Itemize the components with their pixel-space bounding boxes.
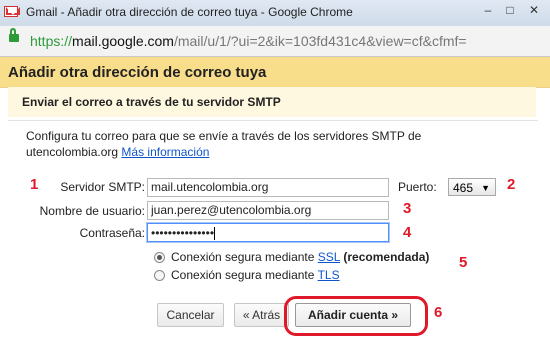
annotation-4: 4 xyxy=(403,224,412,241)
ssl-option-label: Conexión segura mediante SSL (recomendad… xyxy=(171,250,429,264)
url-host: mail.google.com xyxy=(72,33,174,49)
description: Configura tu correo para que se envíe a … xyxy=(26,128,486,160)
dialog-subtitle: Enviar el correo a través de tu servidor… xyxy=(22,95,281,109)
tls-radio[interactable] xyxy=(154,270,165,281)
tls-link[interactable]: TLS xyxy=(318,268,340,282)
dropdown-arrow-icon: ▼ xyxy=(481,183,490,193)
address-bar[interactable]: https://mail.google.com/mail/u/1/?ui=2&i… xyxy=(0,26,550,57)
annotation-1: 1 xyxy=(30,176,39,193)
tls-prefix: Conexión segura mediante xyxy=(171,268,315,282)
more-info-link[interactable]: Más información xyxy=(121,145,209,159)
port-select[interactable]: 465 ▼ xyxy=(448,178,496,196)
annotation-highlight xyxy=(284,296,428,336)
port-value: 465 xyxy=(453,181,474,195)
annotation-6: 6 xyxy=(434,304,443,321)
ssl-suffix: (recomendada) xyxy=(343,250,430,264)
description-text: Configura tu correo para que se envíe a … xyxy=(26,129,422,159)
url-path: /mail/u/1/?ui=2&ik=103fd431c4&view=cf&cf… xyxy=(173,33,467,49)
window-titlebar: Gmail - Añadir otra dirección de correo … xyxy=(0,0,550,27)
text-cursor xyxy=(214,227,216,241)
password-label: Contraseña: xyxy=(79,226,145,240)
dialog-title: Añadir otra dirección de correo tuya xyxy=(8,64,267,81)
dialog-subheader: Enviar el correo a través de tu servidor… xyxy=(8,87,536,117)
username-input[interactable] xyxy=(147,201,389,220)
close-icon[interactable]: ✕ xyxy=(524,3,544,17)
smtp-server-input[interactable] xyxy=(147,178,389,197)
url-scheme: https:// xyxy=(30,33,73,49)
lock-icon xyxy=(9,28,19,42)
divider xyxy=(8,120,538,121)
window-title: Gmail - Añadir otra dirección de correo … xyxy=(26,5,353,19)
back-button[interactable]: « Atrás xyxy=(234,303,289,327)
gmail-logo-icon xyxy=(4,6,18,17)
annotation-5: 5 xyxy=(459,254,468,271)
annotation-2: 2 xyxy=(507,176,516,193)
smtp-label: Servidor SMTP: xyxy=(60,180,145,194)
maximize-icon[interactable]: □ xyxy=(500,3,520,17)
cancel-button[interactable]: Cancelar xyxy=(157,303,224,327)
minimize-icon[interactable]: – xyxy=(478,3,498,17)
ssl-radio[interactable] xyxy=(154,252,165,263)
password-value: ••••••••••••••• xyxy=(151,226,215,240)
password-input[interactable]: ••••••••••••••• xyxy=(147,223,389,242)
ssl-prefix: Conexión segura mediante xyxy=(171,250,315,264)
annotation-3: 3 xyxy=(403,200,412,217)
ssl-link[interactable]: SSL xyxy=(318,250,340,264)
tls-option-label: Conexión segura mediante TLS xyxy=(171,268,340,282)
username-label: Nombre de usuario: xyxy=(39,204,145,218)
url-text[interactable]: https://mail.google.com/mail/u/1/?ui=2&i… xyxy=(30,33,467,49)
port-label: Puerto: xyxy=(398,180,437,194)
dialog-header: Añadir otra dirección de correo tuya xyxy=(0,57,550,88)
